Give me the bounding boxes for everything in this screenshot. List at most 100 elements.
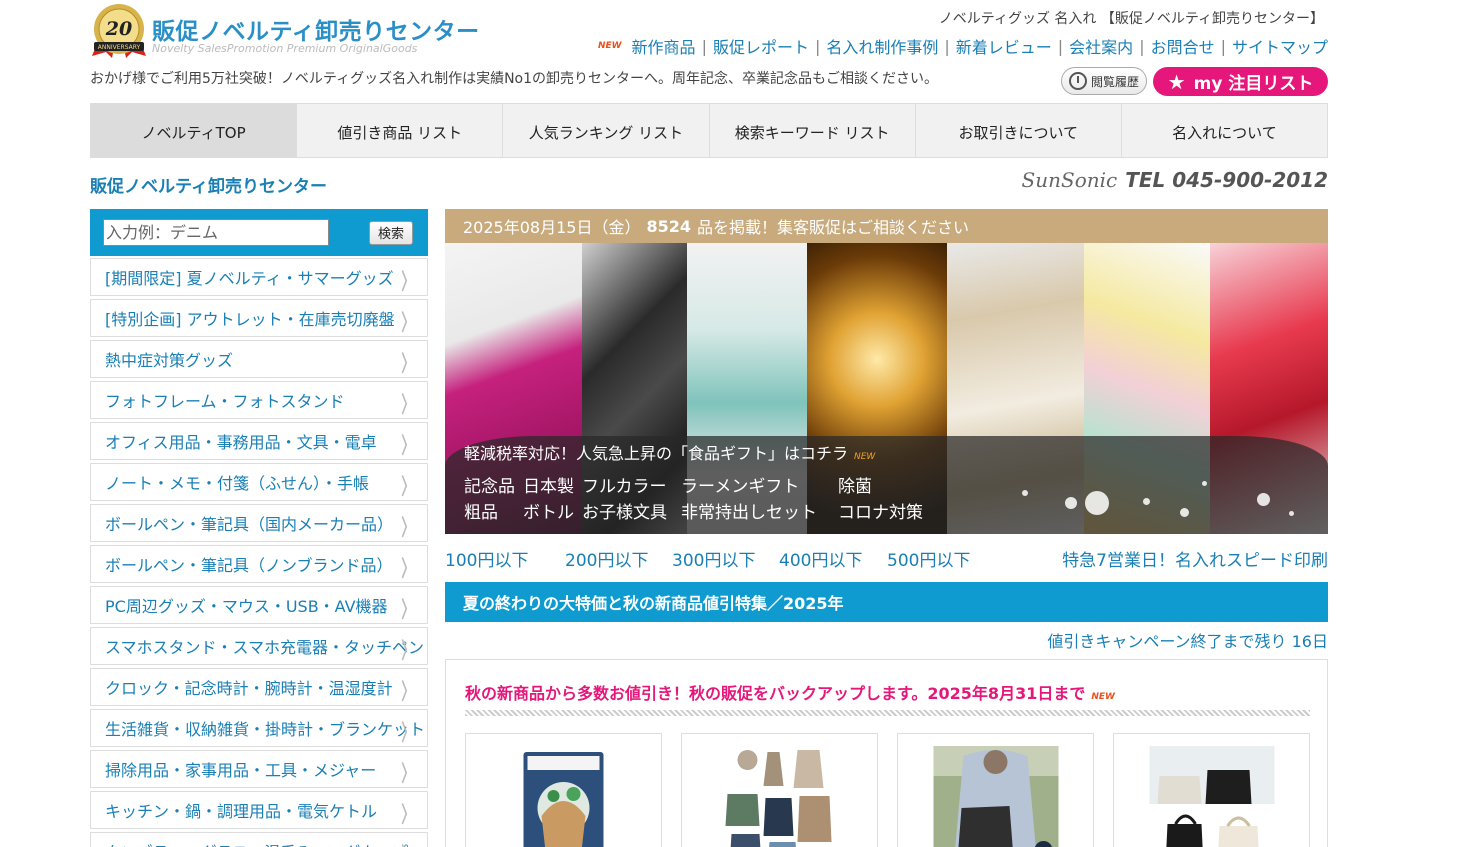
category-label: 掃除用品・家事用品・工具・メジャー bbox=[105, 761, 377, 780]
hero-banner[interactable]: 軽減税率対応！人気急上昇の「食品ギフト」はコチラ NEW 記念品 日本製 フルカラーラ… bbox=[445, 243, 1328, 534]
category-label: ボールペン・筆記具（国内メーカー品） bbox=[105, 515, 394, 534]
category-label: PC周辺グッズ・マウス・USB・AV機器 bbox=[105, 597, 388, 616]
star-icon: ★ bbox=[1167, 69, 1186, 94]
category-label: 熱中症対策グッズ bbox=[105, 351, 234, 370]
product-image-eco-bags bbox=[725, 750, 831, 847]
category-label: スマホスタンド・スマホ充電器・タッチペン bbox=[105, 638, 425, 657]
search-button[interactable]: 検索 bbox=[369, 220, 413, 245]
chevron-right-icon: 〉 bbox=[401, 639, 415, 664]
hero-tag[interactable]: お子様文具 bbox=[582, 498, 681, 523]
category-item[interactable]: クロック・記念時計・腕時計・温湿度計〉 bbox=[90, 668, 428, 706]
hero-tag[interactable]: フルカラー bbox=[582, 472, 681, 497]
nav-discount-list[interactable]: 値引き商品 リスト bbox=[297, 104, 504, 157]
price-link-300[interactable]: 300円以下 bbox=[672, 546, 755, 571]
hero-tag-row-2: 粗品 ボトル お子様文具 非常持出しセット コロナ対策 bbox=[464, 498, 923, 523]
chevron-right-icon: 〉 bbox=[401, 838, 414, 847]
link-company[interactable]: 会社案内 bbox=[1069, 34, 1133, 58]
tel-brand: SunSonic bbox=[1021, 168, 1118, 192]
product-card[interactable] bbox=[1113, 733, 1310, 847]
chevron-right-icon: 〉 bbox=[401, 803, 415, 828]
category-item[interactable]: 掃除用品・家事用品・工具・メジャー 〉 bbox=[90, 750, 428, 788]
chevron-right-icon: 〉 bbox=[401, 393, 415, 418]
tel-number: TEL 045-900-2012 bbox=[1125, 168, 1328, 192]
feature-box: 秋の新商品から多数お値引き！秋の販促をバックアップします。2025年8月31日ま… bbox=[445, 659, 1328, 847]
link-new-products[interactable]: 新作商品 bbox=[632, 34, 696, 58]
product-card[interactable] bbox=[681, 733, 878, 847]
hero-tag-row-1: 記念品 日本製 フルカラー ラーメンギフト 除菌 bbox=[464, 472, 872, 497]
category-item[interactable]: スマホスタンド・スマホ充電器・タッチペン〉 bbox=[90, 627, 428, 665]
hero-tag[interactable]: コロナ対策 bbox=[838, 498, 923, 523]
category-item[interactable]: オフィス用品・事務用品・文具・電卓 〉 bbox=[90, 422, 428, 460]
hero-tag[interactable]: 日本製 bbox=[523, 472, 582, 497]
category-item[interactable]: PC周辺グッズ・マウス・USB・AV機器〉 bbox=[90, 586, 428, 624]
new-badge: NEW bbox=[1091, 692, 1115, 702]
campaign-remaining: 値引きキャンペーン終了まで残り 16日 bbox=[1047, 632, 1328, 651]
chevron-right-icon: 〉 bbox=[401, 680, 415, 705]
price-link-200[interactable]: 200円以下 bbox=[565, 546, 648, 571]
link-name-cases[interactable]: 名入れ制作事例 bbox=[826, 34, 938, 58]
price-link-500[interactable]: 500円以下 bbox=[887, 546, 970, 571]
link-sitemap[interactable]: サイトマップ bbox=[1232, 34, 1328, 58]
item-count: 8524 bbox=[646, 216, 691, 236]
category-label: フォトフレーム・フォトスタンド bbox=[105, 392, 345, 411]
campaign-bar[interactable]: 夏の終わりの大特価と秋の新商品値引特集／2025年 bbox=[445, 582, 1328, 622]
nav-top[interactable]: ノベルティTOP bbox=[91, 104, 298, 157]
date-bar: 2025年08月15日（金） 8524 品を掲載！集客販促はご相談ください bbox=[445, 209, 1328, 243]
nav-ranking-list[interactable]: 人気ランキング リスト bbox=[503, 104, 710, 157]
chevron-right-icon: 〉 bbox=[401, 434, 415, 459]
price-link-100[interactable]: 100円以下 bbox=[445, 546, 528, 571]
hero-tag[interactable]: ボトル bbox=[523, 498, 582, 523]
chevron-right-icon: 〉 bbox=[401, 516, 415, 541]
hero-tag[interactable]: 粗品 bbox=[464, 498, 523, 523]
category-item[interactable]: [特別企画] アウトレット・在庫売切廃盤〉 bbox=[90, 299, 428, 337]
anniversary-medal-icon: ANNIVERSARY 20 bbox=[92, 4, 146, 58]
hero-tag[interactable]: 記念品 bbox=[464, 472, 523, 497]
chevron-right-icon: 〉 bbox=[401, 762, 415, 787]
category-label: オフィス用品・事務用品・文具・電卓 bbox=[105, 433, 377, 452]
nav-name-printing[interactable]: 名入れについて bbox=[1122, 104, 1327, 157]
chevron-right-icon: 〉 bbox=[401, 557, 415, 582]
product-image-tote-bags bbox=[1149, 746, 1274, 847]
category-item[interactable]: フォトフレーム・フォトスタンド 〉 bbox=[90, 381, 428, 419]
category-item[interactable]: ボールペン・筆記具（ノンブランド品） 〉 bbox=[90, 545, 428, 583]
hero-tag[interactable]: 除菌 bbox=[838, 472, 872, 497]
product-card[interactable] bbox=[897, 733, 1094, 847]
history-button[interactable]: 閲覧履歴 bbox=[1061, 67, 1147, 95]
speed-print-link[interactable]: 特急7営業日！名入れスピード印刷 bbox=[1062, 546, 1328, 571]
hero-headline[interactable]: 軽減税率対応！人気急上昇の「食品ギフト」はコチラ NEW bbox=[464, 440, 875, 464]
category-item[interactable]: キッチン・鍋・調理用品・電気ケトル 〉 bbox=[90, 791, 428, 829]
category-label: ノート・メモ・付箋（ふせん）・手帳 bbox=[105, 474, 370, 493]
category-item[interactable]: ボールペン・筆記具（国内メーカー品） 〉 bbox=[90, 504, 428, 542]
link-contact[interactable]: お問合せ bbox=[1151, 34, 1215, 58]
feature-title[interactable]: 秋の新商品から多数お値引き！秋の販促をバックアップします。2025年8月31日ま… bbox=[465, 680, 1115, 704]
top-links: NEW 新作商品 | 販促レポート | 名入れ制作事例 | 新着レビュー | 会社案内 |… bbox=[598, 34, 1328, 58]
category-list: [期間限定] 夏ノベルティ・サマーグッズ〉 [特別企画] アウトレット・在庫売切… bbox=[90, 258, 428, 847]
main-nav: ノベルティTOP 値引き商品 リスト 人気ランキング リスト 検索キーワード リ… bbox=[90, 103, 1328, 158]
site-title: ノベルティグッズ 名入れ 【販促ノベルティ卸売りセンター】 bbox=[938, 11, 1324, 27]
hero-headline-text: 軽減税率対応！人気急上昇の「食品ギフト」はコチラ bbox=[464, 444, 849, 463]
logo-text: 販促ノベルティ卸売りセンター bbox=[152, 19, 480, 45]
category-item[interactable]: ノート・メモ・付箋（ふせん）・手帳 〉 bbox=[90, 463, 428, 501]
category-item[interactable]: [期間限定] 夏ノベルティ・サマーグッズ〉 bbox=[90, 258, 428, 296]
price-link-400[interactable]: 400円以下 bbox=[779, 546, 862, 571]
search-input[interactable] bbox=[103, 219, 329, 246]
site-logo[interactable]: ANNIVERSARY 20 販促ノベルティ卸売りセンター Novelty Sa… bbox=[90, 2, 479, 62]
nav-trading[interactable]: お取引きについて bbox=[916, 104, 1122, 157]
category-label: ボールペン・筆記具（ノンブランド品） bbox=[105, 556, 393, 575]
divider bbox=[465, 710, 1310, 716]
category-item[interactable]: 生活雑貨・収納雑貨・掛時計・ブランケット〉 bbox=[90, 709, 428, 747]
category-item[interactable]: 熱中症対策グッズ 〉 bbox=[90, 340, 428, 378]
chevron-right-icon: 〉 bbox=[401, 475, 415, 500]
hero-tag[interactable]: ラーメンギフト bbox=[681, 472, 838, 497]
link-sales-report[interactable]: 販促レポート bbox=[713, 34, 809, 58]
product-card[interactable] bbox=[465, 733, 662, 847]
hero-tag[interactable]: 非常持出しセット bbox=[681, 498, 838, 523]
nav-keyword-list[interactable]: 検索キーワード リスト bbox=[710, 104, 916, 157]
site-name[interactable]: 販促ノベルティ卸売りセンター bbox=[90, 172, 327, 197]
date-text: 2025年08月15日（金） bbox=[463, 218, 641, 237]
my-list-button[interactable]: ★ my 注目リスト bbox=[1153, 67, 1328, 96]
date-suffix: 品を掲載！集客販促はご相談ください bbox=[696, 218, 969, 237]
chevron-right-icon: 〉 bbox=[401, 311, 415, 336]
link-new-reviews[interactable]: 新着レビュー bbox=[956, 34, 1052, 58]
category-item[interactable]: タンブラー・グラス・湯呑み・マグカップ〉 bbox=[90, 832, 428, 847]
